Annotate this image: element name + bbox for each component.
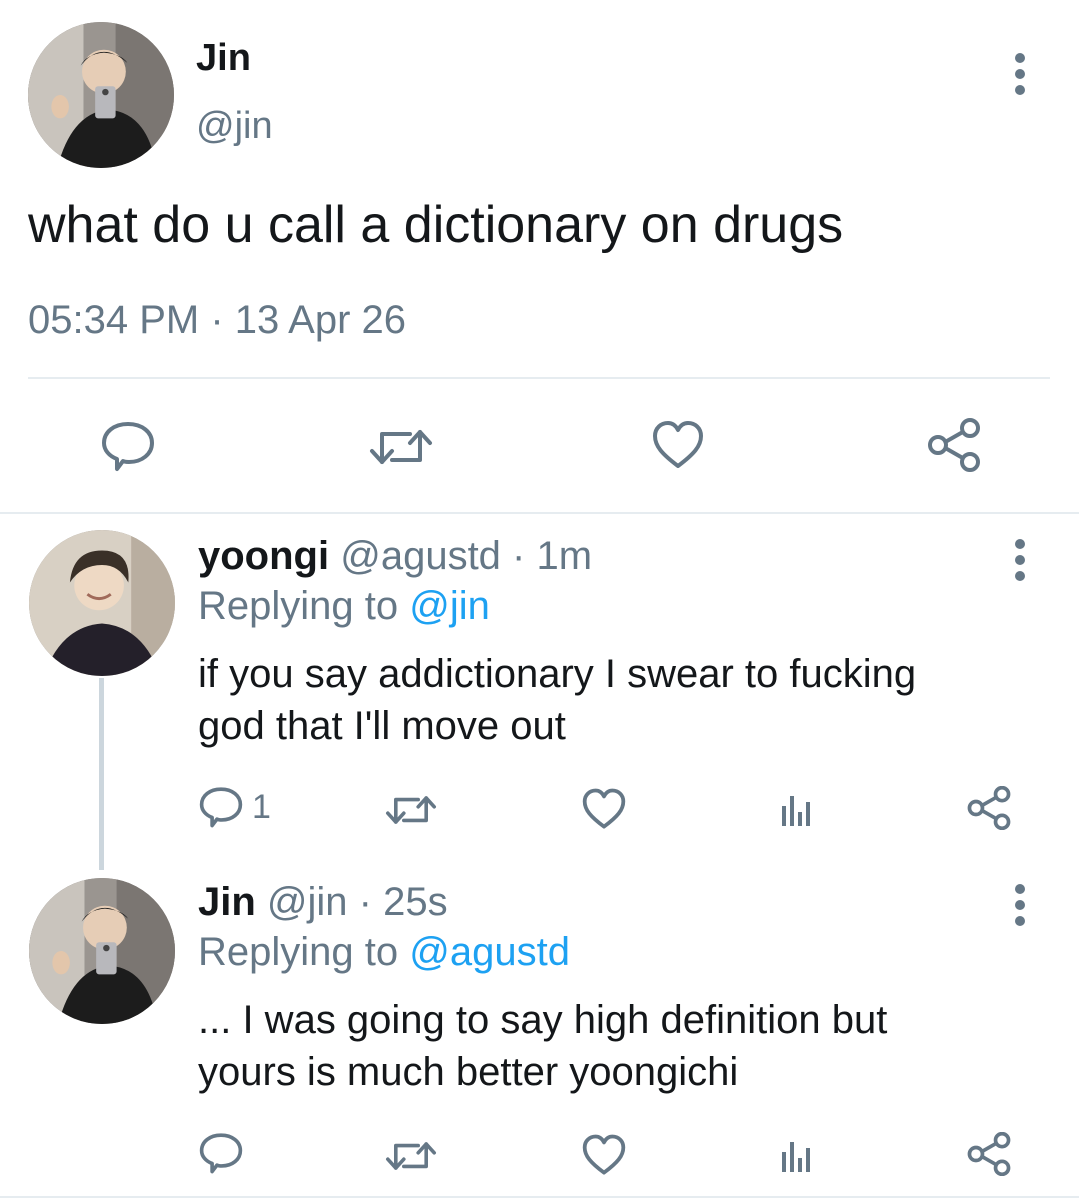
retweet-icon[interactable] [384, 790, 438, 830]
avatar[interactable] [29, 878, 175, 1024]
reply-text-line: yours is much better yoongichi [198, 1050, 739, 1094]
mention-link[interactable]: @jin [409, 584, 490, 628]
analytics-icon[interactable] [778, 792, 814, 828]
analytics-icon[interactable] [778, 1138, 814, 1174]
replying-to: Replying to @agustd [198, 928, 570, 976]
reply-icon[interactable] [198, 1132, 244, 1174]
handle[interactable]: @agustd [340, 534, 501, 578]
avatar[interactable] [28, 22, 174, 168]
display-name[interactable]: Jin [196, 36, 251, 80]
reply-icon[interactable] [100, 420, 156, 472]
reply-text-line: if you say addictionary I swear to fucki… [198, 652, 917, 696]
divider [28, 377, 1050, 379]
reply-icon[interactable] [198, 786, 244, 828]
replying-label: Replying to [198, 930, 399, 974]
retweet-icon[interactable] [384, 1136, 438, 1176]
avatar-photo [29, 530, 175, 676]
like-icon[interactable] [582, 1134, 626, 1176]
display-name[interactable]: Jin [198, 880, 256, 924]
handle[interactable]: @jin [196, 104, 273, 148]
section-divider [0, 512, 1079, 514]
handle[interactable]: @jin [267, 880, 348, 924]
tweet-age: · 1m [512, 534, 593, 578]
reply-count: 1 [252, 788, 271, 826]
avatar-photo [28, 22, 174, 168]
bottom-divider [0, 1196, 1079, 1198]
reply-text-line: ... I was going to say high definition b… [198, 998, 888, 1042]
reply-header: yoongi @agustd · 1m [198, 532, 592, 580]
like-icon[interactable] [582, 788, 626, 830]
replying-to: Replying to @jin [198, 582, 490, 630]
mention-link[interactable]: @agustd [409, 930, 570, 974]
display-name[interactable]: yoongi [198, 534, 329, 578]
timestamp: 05:34 PM · 13 Apr 26 [28, 298, 407, 342]
thread-line [99, 678, 104, 870]
more-options-icon[interactable] [1015, 539, 1027, 587]
share-icon[interactable] [926, 418, 982, 472]
tweet-text: what do u call a dictionary on drugs [28, 196, 844, 254]
tweet-age: · 25s [358, 880, 448, 924]
avatar-photo [29, 878, 175, 1024]
like-icon[interactable] [652, 420, 704, 470]
reply-header: Jin @jin · 25s [198, 878, 448, 926]
more-options-icon[interactable] [1015, 884, 1027, 932]
replying-label: Replying to [198, 584, 399, 628]
reply-text: if you say addictionary I swear to fucki… [198, 648, 916, 752]
reply-text-line: god that I'll move out [198, 704, 566, 748]
share-icon[interactable] [966, 786, 1012, 830]
avatar[interactable] [29, 530, 175, 676]
share-icon[interactable] [966, 1132, 1012, 1176]
retweet-icon[interactable] [368, 422, 434, 472]
reply-text: ... I was going to say high definition b… [198, 994, 887, 1098]
more-options-icon[interactable] [1015, 53, 1027, 101]
